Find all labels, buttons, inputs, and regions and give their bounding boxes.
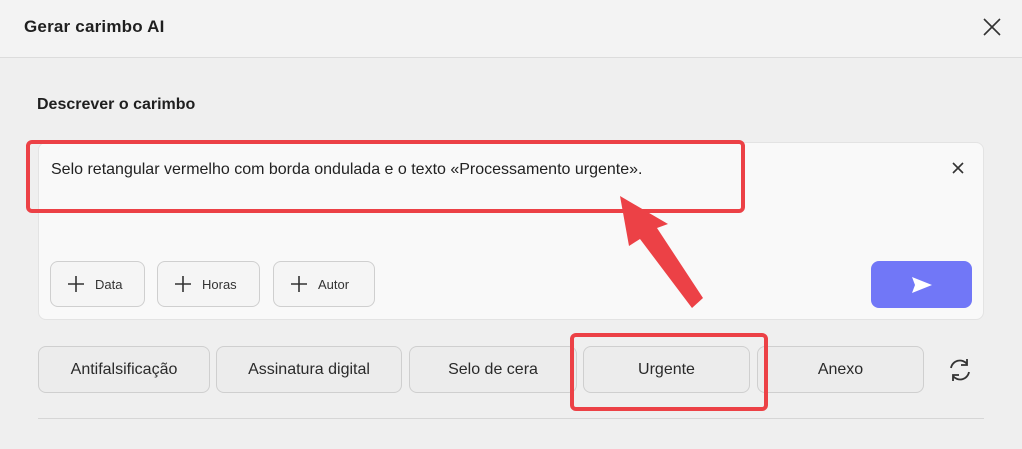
add-date-chip[interactable]: Data — [50, 261, 145, 307]
tag-selo-de-cera[interactable]: Selo de cera — [409, 346, 577, 393]
add-hours-chip[interactable]: Horas — [157, 261, 260, 307]
refresh-tags-button[interactable] — [944, 354, 976, 386]
dialog-titlebar: Gerar carimbo AI — [0, 0, 1022, 58]
add-hours-label: Horas — [202, 276, 237, 292]
tag-urgente[interactable]: Urgente — [583, 346, 750, 393]
send-icon — [911, 276, 932, 293]
tag-antifalsificacao[interactable]: Antifalsificação — [38, 346, 210, 393]
clear-prompt-button[interactable] — [945, 155, 971, 181]
dialog-title: Gerar carimbo AI — [24, 17, 165, 36]
close-icon — [952, 162, 964, 174]
tag-anexo[interactable]: Anexo — [757, 346, 924, 393]
add-author-label: Autor — [318, 276, 350, 292]
bottom-divider — [38, 418, 984, 419]
close-icon — [983, 18, 1001, 36]
prompt-textarea[interactable]: Selo retangular vermelho com borda ondul… — [38, 142, 984, 320]
add-date-label: Data — [95, 276, 123, 292]
tag-assinatura-digital[interactable]: Assinatura digital — [216, 346, 402, 393]
add-author-chip[interactable]: Autor — [273, 261, 375, 307]
plus-icon — [68, 276, 84, 292]
prompt-text[interactable]: Selo retangular vermelho com borda ondul… — [51, 159, 931, 181]
refresh-icon — [950, 359, 970, 381]
describe-label: Descrever o carimbo — [37, 96, 196, 113]
close-button[interactable] — [976, 11, 1008, 43]
plus-icon — [291, 276, 307, 292]
plus-icon — [175, 276, 191, 292]
send-button[interactable] — [871, 261, 972, 308]
